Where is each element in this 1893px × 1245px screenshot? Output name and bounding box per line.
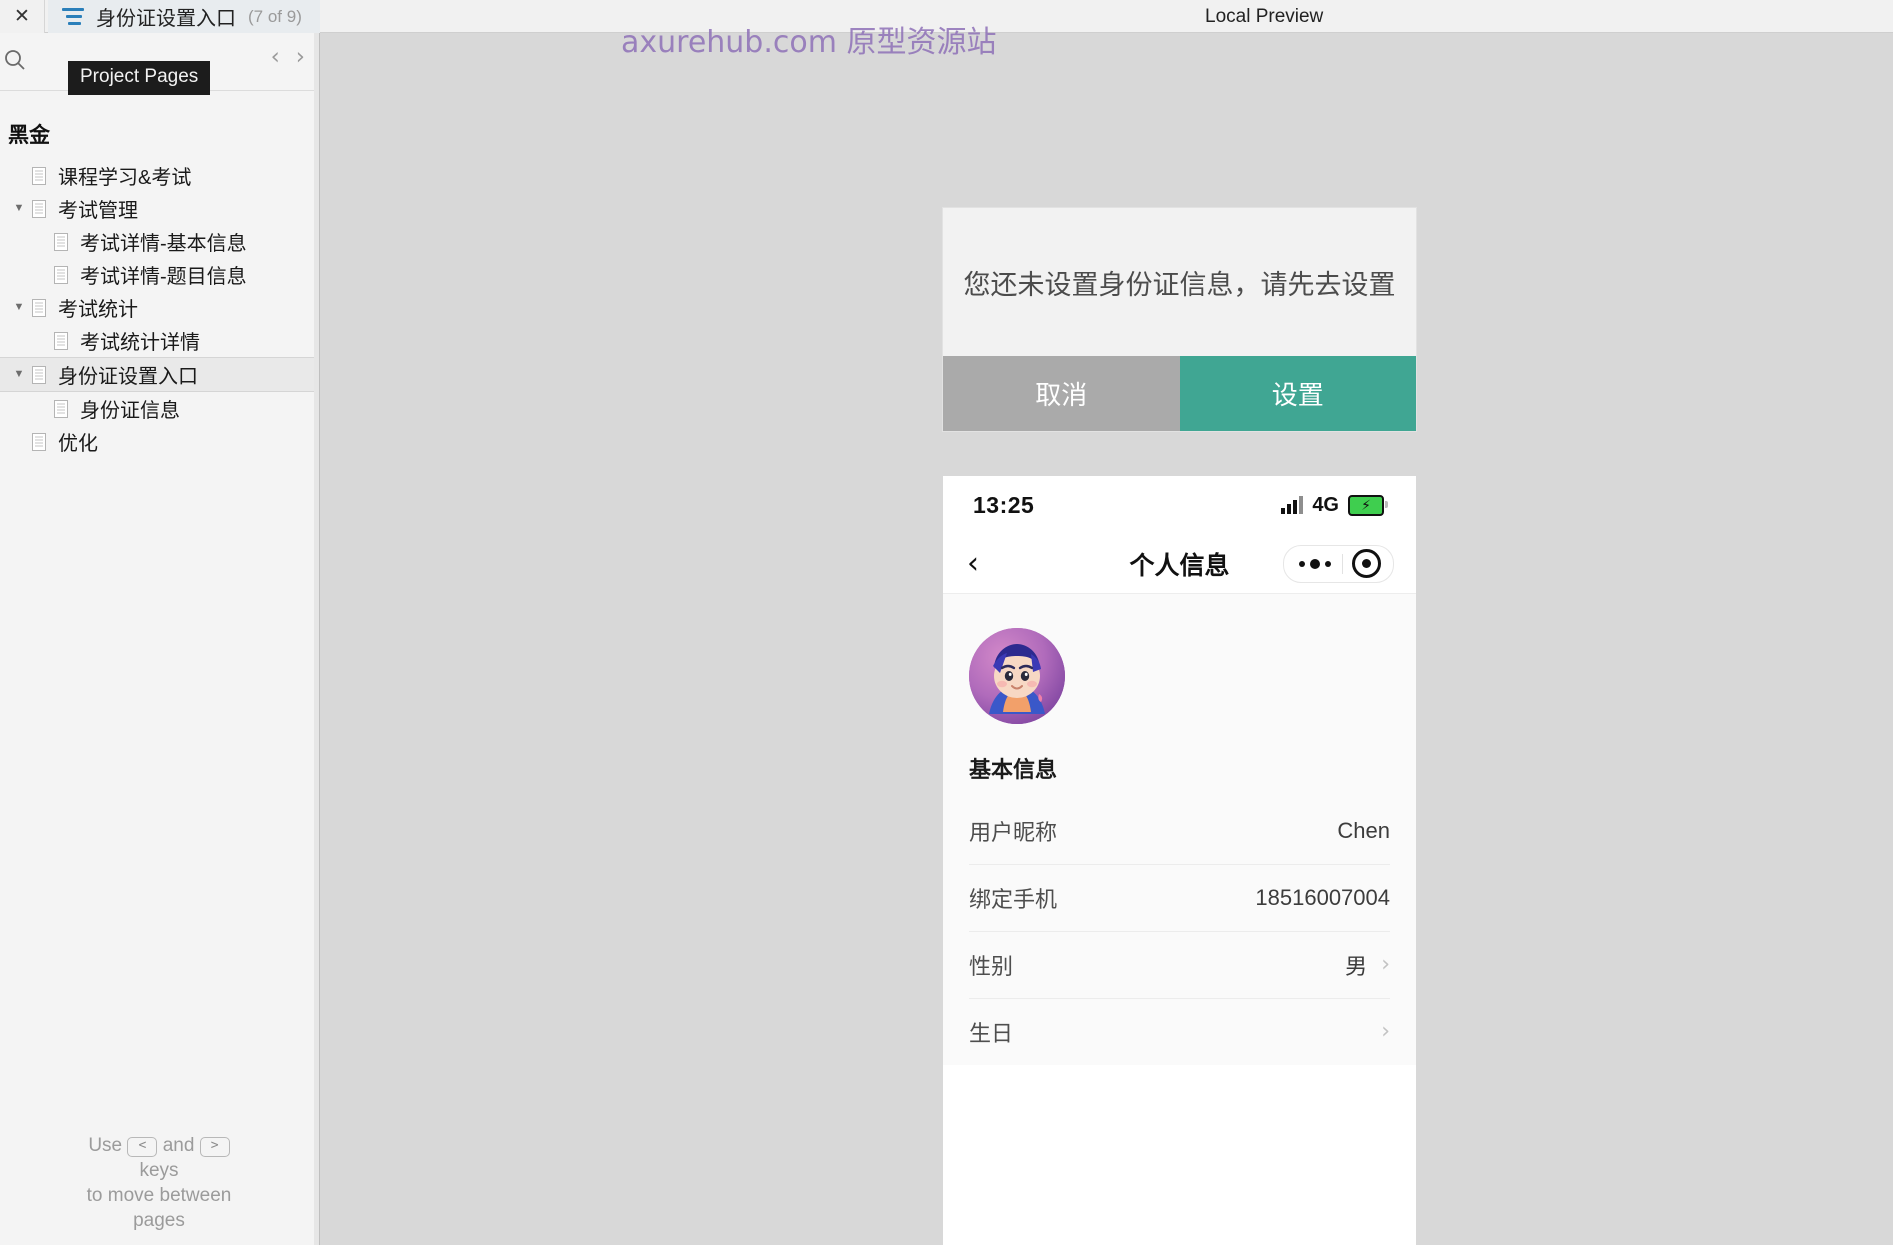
confirm-setup-button[interactable]: 设置 [1179,356,1416,431]
row-value: 18516007004 [1255,885,1390,910]
site-watermark: axurehub.com 原型资源站 [621,25,997,60]
dialog-message: 您还未设置身份证信息，请先去设置 [963,269,1396,300]
pages-list-icon [62,8,84,25]
status-time: 13:25 [973,491,1035,518]
chevron-right-icon: › [1381,952,1390,977]
keyboard-hint: Use < and > keys to move between pages [0,1133,318,1233]
row-label: 用户昵称 [969,820,1058,845]
local-preview-label: Local Preview [1205,5,1324,27]
page-icon [30,432,48,452]
tree-item-label: 身份证设置入口 [58,366,198,388]
tree-item-label: 考试详情-基本信息 [80,233,247,255]
tree-item-label: 课程学习&考试 [58,167,192,189]
hint-line3: to move between [86,1185,232,1206]
cancel-button[interactable]: 取消 [943,356,1180,431]
tab-page-count: (7 of 9) [248,6,302,26]
info-row-birthday[interactable]: 生日 › [969,999,1390,1065]
page-icon [30,199,48,219]
twisty-icon[interactable]: ▼ [8,203,30,214]
tree-item-6-selected[interactable]: ▼ 身份证设置入口 [0,357,319,392]
sidebar-scrollbar[interactable] [314,33,319,1245]
tree-item-7[interactable]: 身份证信息 [0,392,319,425]
battery-charging-icon: ⚡ [1348,494,1388,516]
more-dots-icon[interactable] [1288,558,1342,569]
page-icon [52,232,70,252]
phone-status-bar: 13:25 4G ⚡ [943,476,1416,534]
app-root: ✕ 身份证设置入口 (7 of 9) Local Preview ‹ › Pro… [0,0,1893,1245]
info-row-gender[interactable]: 性别 男 › [969,932,1390,999]
phone-nav-bar: ‹ 个人信息 [943,534,1416,594]
tree-item-label: 优化 [58,433,98,455]
profile-area: 基本信息 用户昵称 Chen 绑定手机 18516007004 性别 男 › 生… [943,594,1416,1065]
tree-item-2[interactable]: 考试详情-基本信息 [0,225,319,258]
tree-item-4[interactable]: ▼ 考试统计 [0,291,319,324]
avatar[interactable] [969,628,1065,724]
row-value: Chen [1337,818,1390,843]
page-icon [52,265,70,285]
tooltip-project-pages: Project Pages [68,61,211,95]
project-pages-sidebar: ‹ › Project Pages 黑金 课程学习&考试 ▼ 考试管理 考试详情… [0,33,320,1245]
hint-and: and [162,1135,195,1156]
back-icon[interactable]: ‹ [967,548,979,579]
info-row-nickname[interactable]: 用户昵称 Chen [969,798,1390,865]
tree-item-label: 身份证信息 [80,400,180,422]
tree-item-8[interactable]: 优化 [0,425,319,458]
preview-canvas: axurehub.com 原型资源站 您还未设置身份证信息，请先去设置 取消 设… [321,25,1893,1245]
page-nav-arrows: ‹ › [271,46,305,69]
target-circle-icon[interactable] [1343,549,1389,578]
chevron-right-icon: › [1381,1019,1390,1044]
page-icon [52,331,70,351]
signal-bars-icon [1281,496,1304,514]
row-label: 绑定手机 [969,887,1058,912]
hint-line2: keys [139,1160,179,1181]
page-icon [52,399,70,419]
twisty-icon[interactable]: ▼ [8,369,30,380]
tree-item-0[interactable]: 课程学习&考试 [0,159,319,192]
key-prev-icon: < [127,1137,158,1157]
miniprogram-capsule [1283,544,1394,583]
tree-root-label: 黑金 [8,124,50,147]
twisty-icon[interactable]: ▼ [8,302,30,313]
info-row-phone[interactable]: 绑定手机 18516007004 [969,865,1390,932]
hint-use: Use [88,1135,123,1156]
bolt-glyph: ⚡ [1361,497,1371,513]
row-value: 男 [1345,954,1368,979]
next-page-icon[interactable]: › [296,46,305,69]
status-indicators: 4G ⚡ [1281,493,1388,517]
close-icon[interactable]: ✕ [0,0,45,33]
tree-item-label: 考试详情-题目信息 [80,266,247,288]
phone-preview: 13:25 4G ⚡ ‹ 个人信息 基本信息 用户昵称 Chen 绑定手机 18… [943,476,1416,1245]
id-setup-alert-dialog: 您还未设置身份证信息，请先去设置 取消 设置 [943,208,1416,431]
page-icon [30,365,48,385]
page-icon [30,166,48,186]
page-tree: 黑金 课程学习&考试 ▼ 考试管理 考试详情-基本信息 考试详情-题目信息 ▼ … [0,91,319,458]
tree-item-label: 考试统计 [58,299,138,321]
tree-item-3[interactable]: 考试详情-题目信息 [0,258,319,291]
tree-item-label: 考试管理 [58,200,138,222]
network-type-label: 4G [1312,493,1339,516]
row-label: 生日 [969,1021,1014,1046]
section-title-basic-info: 基本信息 [969,757,1058,782]
search-icon[interactable] [2,47,28,73]
dialog-actions: 取消 设置 [943,356,1416,431]
tree-item-1[interactable]: ▼ 考试管理 [0,192,319,225]
prev-page-icon[interactable]: ‹ [271,46,280,69]
tree-item-label: 考试统计详情 [80,332,200,354]
page-icon [30,298,48,318]
project-pages-tab[interactable]: 身份证设置入口 (7 of 9) [48,0,320,33]
row-label: 性别 [969,954,1014,979]
hint-line4: pages [133,1210,185,1231]
info-rows: 用户昵称 Chen 绑定手机 18516007004 性别 男 › 生日 › [943,798,1416,1065]
tab-title: 身份证设置入口 [96,8,236,30]
tree-item-5[interactable]: 考试统计详情 [0,324,319,357]
key-next-icon: > [199,1137,230,1157]
